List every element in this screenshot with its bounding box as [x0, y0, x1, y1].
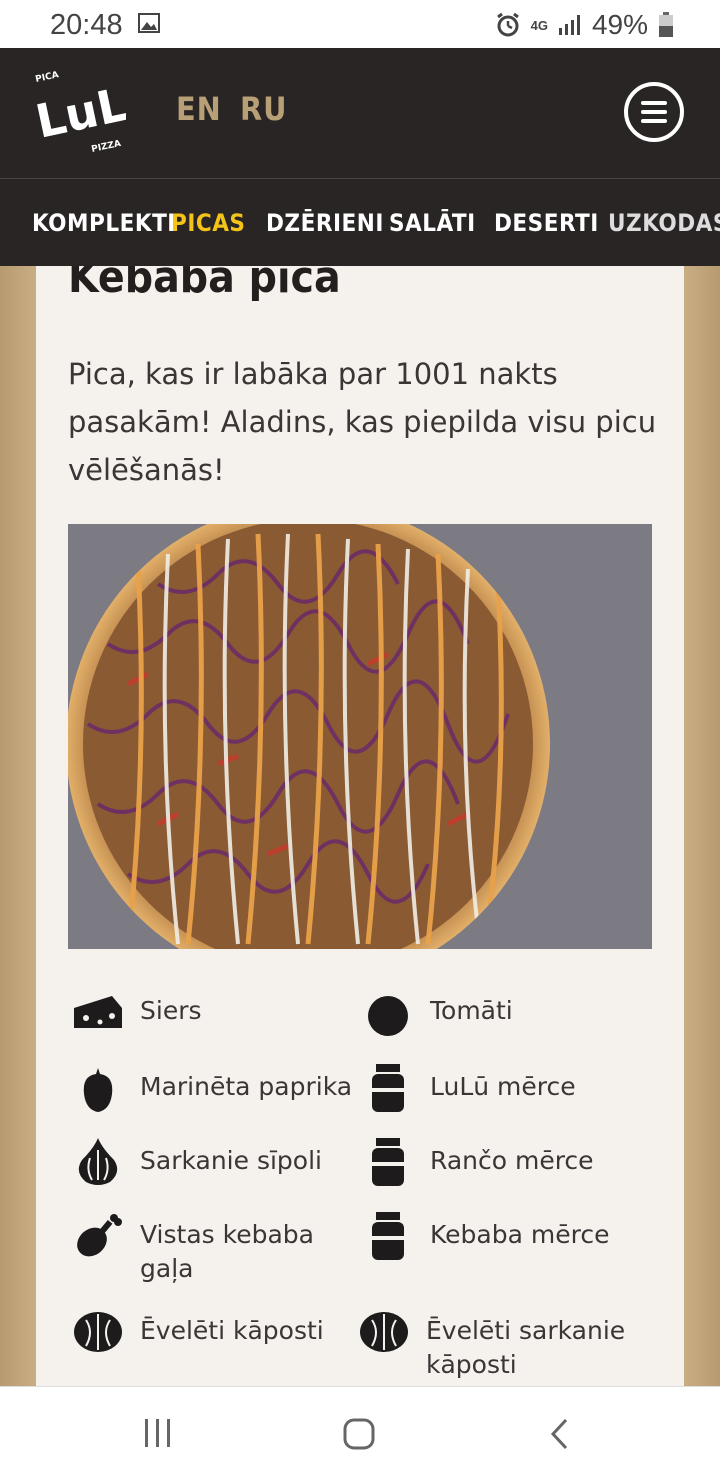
- product-card: Kebaba pica Pica, kas ir labāka par 1001…: [36, 266, 684, 1386]
- battery-icon: [659, 12, 673, 37]
- nav-item-dzerieni[interactable]: DZĒRIENI: [266, 209, 384, 237]
- home-icon[interactable]: [342, 1417, 376, 1451]
- android-nav-bar: [0, 1386, 720, 1481]
- chicken-leg-icon: [77, 1214, 122, 1257]
- alarm-icon: [496, 12, 519, 37]
- recent-apps-icon[interactable]: [142, 1417, 174, 1449]
- back-icon[interactable]: [548, 1417, 572, 1451]
- ingredient-item: Siers: [72, 986, 202, 1038]
- site-header: PICA LuLū PIZZA EN RU: [0, 48, 720, 178]
- sauce-jar-icon: [372, 1138, 404, 1186]
- ingredient-item: Rančo mērce: [362, 1136, 594, 1188]
- nav-item-uzkodas[interactable]: UZKODAS/: [608, 209, 720, 237]
- cabbage-icon: [74, 1312, 122, 1352]
- lang-en-link[interactable]: EN: [176, 90, 222, 128]
- cabbage-icon: [360, 1312, 408, 1352]
- sauce-jar-icon: [372, 1212, 404, 1260]
- ingredient-item: Marinēta paprika: [72, 1062, 352, 1114]
- hamburger-menu-button[interactable]: [624, 82, 684, 142]
- nav-item-deserti[interactable]: DESERTI: [494, 209, 599, 237]
- ingredient-item: Ēvelēti sarkanie kāposti: [358, 1306, 666, 1382]
- signal-icon: [558, 15, 580, 35]
- svg-text:PIZZA: PIZZA: [91, 139, 122, 155]
- lang-ru-link[interactable]: RU: [240, 90, 288, 128]
- pepper-icon: [83, 1068, 113, 1112]
- sauce-jar-icon: [372, 1064, 404, 1112]
- ingredient-item: Ēvelēti kāposti: [72, 1306, 324, 1358]
- status-bar: 20:48 4G 49%: [0, 0, 720, 48]
- onion-icon: [78, 1138, 118, 1185]
- cardboard-background-right: [684, 266, 720, 1386]
- tomato-icon: [368, 996, 408, 1036]
- product-description: Pica, kas ir labāka par 1001 nakts pasak…: [68, 357, 657, 487]
- ingredient-item: LuLū mērce: [362, 1062, 576, 1114]
- gallery-notification-icon: [138, 13, 160, 33]
- product-title: Kebaba pica: [68, 266, 341, 303]
- category-nav: KOMPLEKTI PICAS DZĒRIENI SALĀTI DESERTI …: [0, 178, 720, 267]
- status-time: 20:48: [50, 9, 123, 41]
- nav-item-komplekti[interactable]: KOMPLEKTI: [32, 209, 176, 237]
- cardboard-background-left: [0, 266, 36, 1386]
- nav-item-picas[interactable]: PICAS: [171, 209, 245, 237]
- battery-percent: 49%: [591, 9, 648, 40]
- ingredient-item: Sarkanie sīpoli: [72, 1136, 322, 1188]
- lulu-logo[interactable]: PICA LuLū PIZZA: [34, 68, 126, 156]
- ingredient-item: Tomāti: [362, 986, 513, 1038]
- ingredient-item: Kebaba mērce: [362, 1210, 609, 1262]
- ingredient-item: Vistas kebaba gaļa: [72, 1210, 350, 1286]
- nav-item-salati[interactable]: SALĀTI: [389, 209, 476, 237]
- cheese-icon: [74, 996, 122, 1028]
- network-type: 4G: [530, 17, 548, 33]
- pizza-image: [68, 524, 652, 949]
- svg-text:PICA: PICA: [35, 70, 60, 85]
